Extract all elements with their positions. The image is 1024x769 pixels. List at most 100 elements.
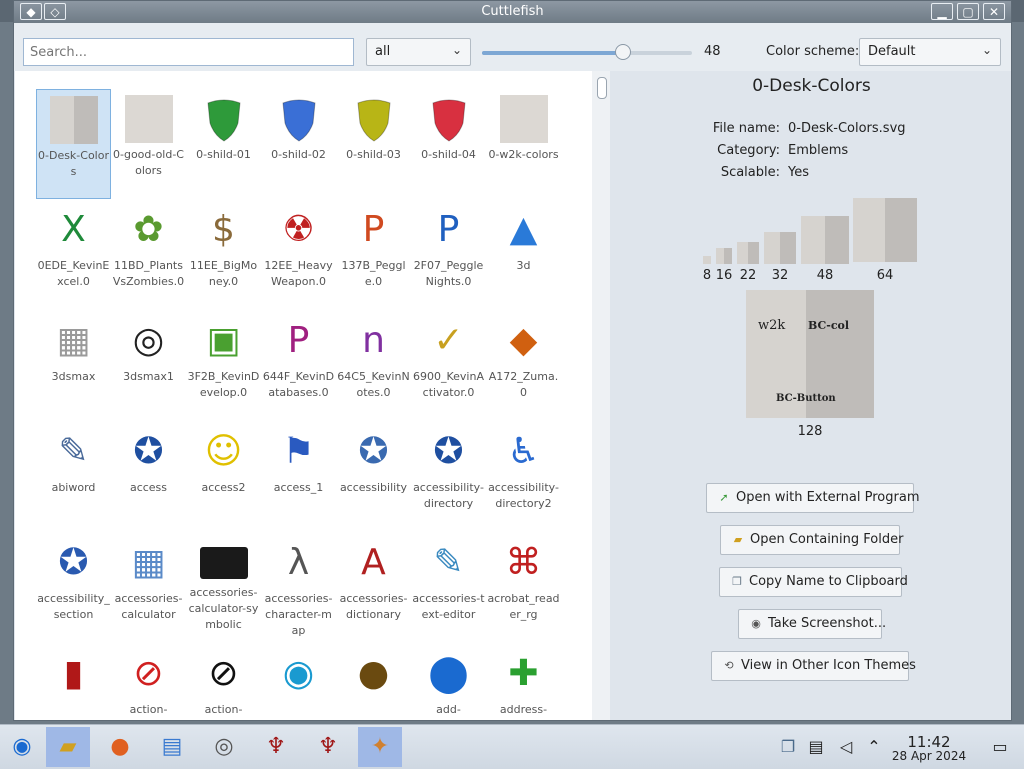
open-folder-button[interactable]: ▰ Open Containing Folder xyxy=(720,525,903,555)
icon-tile[interactable]: P 137B_Peggle.0 xyxy=(336,200,411,290)
file-manager-icon[interactable]: ▰ xyxy=(46,727,90,767)
icon-tile-label: 0-shild-02 xyxy=(271,148,326,161)
app-icon: ✎ xyxy=(58,431,89,472)
icon-tile[interactable]: 0-shild-02 xyxy=(261,89,336,163)
icon-tile[interactable]: ◆ A172_Zuma.0 xyxy=(486,311,561,401)
icon-tile-label: 12EE_HeavyWeapon.0 xyxy=(264,259,333,288)
size-slider[interactable] xyxy=(482,44,692,60)
icon-tile[interactable]: ✪ accessibility-directory xyxy=(411,422,486,512)
icon-tile[interactable]: ☢ 12EE_HeavyWeapon.0 xyxy=(261,200,336,290)
detail-panel: 0-Desk-Colors File name: 0-Desk-Colors.s… xyxy=(612,71,1011,720)
app-icon: ▣ xyxy=(206,320,241,361)
icon-tile[interactable]: ▮ xyxy=(36,644,111,702)
firefox-icon[interactable]: ● xyxy=(98,727,142,767)
cuttlefish-icon[interactable]: ✦ xyxy=(358,727,402,767)
open-external-button[interactable]: ➚ Open with External Program xyxy=(706,483,920,513)
icon-tile[interactable]: ▣ 3F2B_KevinDevelop.0 xyxy=(186,311,261,401)
icon-tile-label: 3F2B_KevinDevelop.0 xyxy=(187,370,260,399)
app-icon: ✪ xyxy=(358,431,389,472)
wine-icon[interactable]: ♆ xyxy=(254,727,298,767)
icon-tile[interactable]: ✎ abiword xyxy=(36,422,111,496)
other-themes-label: View in Other Icon Themes xyxy=(741,658,916,673)
show-desktop-icon[interactable]: ▭ xyxy=(978,727,1022,767)
icon-tile[interactable]: 0-good-old-Colors xyxy=(111,89,186,179)
disk-utility-icon[interactable]: ◎ xyxy=(202,727,246,767)
icon-tile-label: accessibility_section xyxy=(37,592,110,621)
icon-tile[interactable]: ✪ accessibility_section xyxy=(36,533,111,623)
copy-name-button[interactable]: ❐ Copy Name to Clipboard xyxy=(719,567,908,597)
icon-tile[interactable]: ◉ xyxy=(261,644,336,702)
icon-grid-scrollbar[interactable] xyxy=(592,71,610,720)
chevron-down-icon: ⌄ xyxy=(451,43,462,57)
preview-text-left: w2k xyxy=(758,318,786,333)
minimize-button[interactable]: ▁ xyxy=(931,3,953,20)
icon-grid[interactable]: 0-Desk-Colors 0-good-old-Colors 0-shild-01… xyxy=(15,71,592,720)
icon-tile-label: access_1 xyxy=(273,481,324,494)
icon-tile[interactable]: ⚑ access_1 xyxy=(261,422,336,496)
category-key: Category: xyxy=(717,143,780,158)
category-select-value: all xyxy=(375,44,391,59)
icon-tile[interactable]: ✓ 6900_KevinActivator.0 xyxy=(411,311,486,401)
icon-tile[interactable]: ☺ access2 xyxy=(186,422,261,496)
icon-tile-label: acrobat_reader_rg xyxy=(487,592,560,621)
icon-tile[interactable]: ◎ 3dsmax1 xyxy=(111,311,186,385)
icon-tile[interactable]: Aaccessories-dictionary xyxy=(336,533,411,623)
app-icon: ◎ xyxy=(132,320,165,361)
category-select[interactable]: all ⌄ xyxy=(366,38,471,66)
preview-size-64 xyxy=(853,198,917,262)
icon-tile-label: accessories-character-map xyxy=(264,592,333,637)
screenshot-button[interactable]: ◉ Take Screenshot... xyxy=(738,609,886,639)
maximize-button[interactable]: ▢ xyxy=(957,3,979,20)
preview-text-right: BC-col xyxy=(808,319,850,332)
app-icon: ✎ xyxy=(433,542,464,583)
icon-tile-label: 2F07_PeggleNights.0 xyxy=(413,259,484,288)
camera-icon: ◉ xyxy=(751,617,761,630)
icon-tile[interactable]: ✎ accessories-text-editor xyxy=(411,533,486,623)
close-button[interactable]: ✕ xyxy=(983,3,1005,20)
size-slider-handle[interactable] xyxy=(614,44,631,60)
icon-tile[interactable]: P 2F07_PeggleNights.0 xyxy=(411,200,486,290)
title-bar[interactable]: ◆ ◇ Cuttlefish ▁ ▢ ✕ xyxy=(14,1,1011,23)
system-settings-icon[interactable]: ▤ xyxy=(150,727,194,767)
icon-tile[interactable]: n 64C5_KevinNotes.0 xyxy=(336,311,411,401)
preview-size-48 xyxy=(801,216,849,264)
app-icon: λ xyxy=(287,542,310,583)
icon-tile[interactable]: $11EE_BigMoney.0 xyxy=(186,200,261,290)
icon-tile[interactable]: 0-shild-03 xyxy=(336,89,411,163)
icon-tile[interactable]: accessories-calculator-symbolic xyxy=(186,533,261,633)
app-icon: P xyxy=(437,209,460,250)
icon-tile[interactable]: ⊘ action- xyxy=(186,644,261,718)
scrollbar-thumb[interactable] xyxy=(597,77,607,99)
start-menu-icon[interactable]: ◉ xyxy=(0,727,44,767)
icon-tile[interactable]: ⊘ action- xyxy=(111,644,186,718)
icon-tile[interactable]: X 0EDE_KevinExcel.0 xyxy=(36,200,111,290)
icon-tile[interactable]: 0-w2k-colors xyxy=(486,89,561,163)
icon-tile[interactable]: 0-Desk-Colors xyxy=(36,89,111,199)
app-icon: ◆ xyxy=(509,320,538,361)
icon-tile[interactable]: ✚ address- xyxy=(486,644,561,718)
icon-tile[interactable]: ▦ accessories-calculator xyxy=(111,533,186,623)
icon-tile[interactable]: ▦ 3dsmax xyxy=(36,311,111,385)
wine-icon[interactable]: ♆ xyxy=(306,727,350,767)
icon-tile[interactable]: ✿ 11BD_PlantsVsZombies.0 xyxy=(111,200,186,290)
icon-tile[interactable]: ✪ accessibility xyxy=(336,422,411,496)
icon-tile[interactable]: ● xyxy=(336,644,411,702)
icon-tile[interactable]: 0-shild-04 xyxy=(411,89,486,163)
icon-tile[interactable]: λ accessories-character-map xyxy=(261,533,336,639)
category-value: Emblems xyxy=(788,143,849,158)
icon-tile[interactable]: P 644F_KevinDatabases.0 xyxy=(261,311,336,401)
icon-tile[interactable]: ♿ accessibility-directory2 xyxy=(486,422,561,512)
icon-tile-label: 0-Desk-Colors xyxy=(38,149,109,178)
other-themes-button[interactable]: ⟲ View in Other Icon Themes xyxy=(711,651,916,681)
search-input[interactable] xyxy=(23,38,354,66)
icon-tile[interactable]: ⌘ acrobat_reader_rg xyxy=(486,533,561,623)
icon-tile[interactable]: ⬤ add- xyxy=(411,644,486,718)
icon-tile[interactable]: 0-shild-01 xyxy=(186,89,261,163)
app-icon: ⬤ xyxy=(428,653,469,694)
shield-icon xyxy=(350,95,398,143)
color-scheme-label: Color scheme: xyxy=(766,44,860,59)
icon-tile[interactable]: ✪ access xyxy=(111,422,186,496)
icon-tile[interactable]: ▲ 3d xyxy=(486,200,561,274)
color-scheme-select[interactable]: Default ⌄ xyxy=(859,38,1001,66)
clock-date[interactable]: 28 Apr 2024 xyxy=(884,749,974,763)
